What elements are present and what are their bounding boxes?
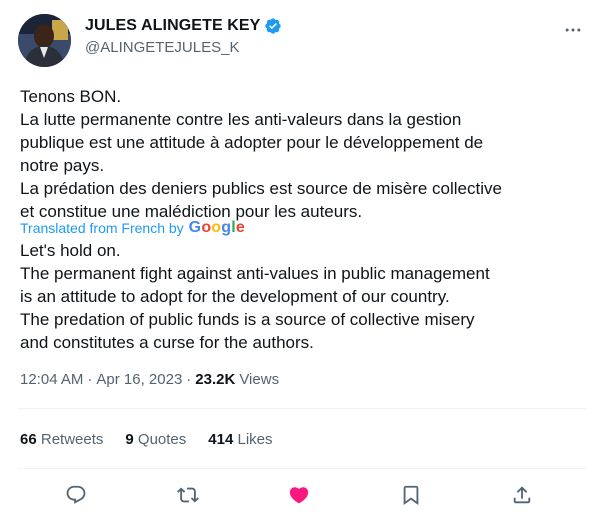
tweet-header: JULES ALINGETE KEY @ALINGETEJULES_K	[18, 14, 584, 70]
divider	[18, 468, 586, 469]
quotes-stat[interactable]: 9 Quotes	[125, 431, 186, 448]
tweet-card: JULES ALINGETE KEY @ALINGETEJULES_K Teno…	[0, 0, 598, 522]
bookmark-icon	[403, 485, 418, 506]
avatar-image	[18, 14, 71, 67]
tweet-actions-bar	[20, 482, 578, 512]
translation-line: is an attitude to adopt for the developm…	[20, 287, 450, 306]
translated-from-label: Translated from French by	[20, 220, 184, 236]
retweets-count: 66	[20, 431, 37, 448]
translation-line: The predation of public funds is a sourc…	[20, 310, 475, 329]
tweet-date[interactable]: Apr 16, 2023	[96, 371, 182, 388]
author-names: JULES ALINGETE KEY @ALINGETEJULES_K	[85, 17, 282, 56]
tweet-translation-text: Let's hold on. The permanent fight again…	[20, 239, 585, 354]
views-label: Views	[239, 371, 280, 388]
share-button[interactable]	[509, 482, 535, 508]
retweet-button[interactable]	[175, 482, 201, 508]
original-line: notre pays.	[20, 156, 105, 175]
tweet-time[interactable]: 12:04 AM	[20, 371, 83, 388]
translated-by-link[interactable]: Translated from French by Google	[20, 219, 245, 237]
retweets-label: Retweets	[40, 431, 104, 448]
reply-button[interactable]	[63, 482, 89, 508]
likes-count: 414	[208, 431, 234, 448]
tweet-meta: 12:04 AM · Apr 16, 2023 · 23.2K Views	[20, 371, 279, 388]
divider	[18, 408, 586, 409]
quotes-label: Quotes	[137, 431, 187, 448]
meta-separator: ·	[87, 371, 93, 388]
tweet-original-text: Tenons BON. La lutte permanente contre l…	[20, 85, 585, 223]
author-handle[interactable]: @ALINGETEJULES_K	[85, 39, 282, 56]
views-count: 23.2K	[195, 371, 236, 388]
quotes-count: 9	[125, 431, 134, 448]
original-line: publique est une attitude à adopter pour…	[20, 133, 484, 152]
display-name[interactable]: JULES ALINGETE KEY	[85, 17, 260, 35]
retweet-icon	[176, 487, 199, 503]
google-logo: Google	[188, 219, 246, 236]
verified-badge-icon	[265, 18, 282, 34]
translation-line: and constitutes a curse for the authors.	[20, 333, 314, 352]
meta-separator: ·	[186, 371, 192, 388]
like-icon	[289, 487, 309, 504]
bookmark-button[interactable]	[398, 482, 424, 508]
like-button[interactable]	[286, 482, 312, 508]
likes-label: Likes	[237, 431, 273, 448]
translation-line: Let's hold on.	[20, 241, 121, 260]
likes-stat[interactable]: 414 Likes	[208, 431, 272, 448]
original-line: La prédation des deniers publics est sou…	[20, 179, 502, 198]
original-line: La lutte permanente contre les anti-vale…	[20, 110, 462, 129]
avatar[interactable]	[18, 14, 71, 67]
reply-icon	[66, 485, 86, 504]
more-options-icon[interactable]	[562, 20, 584, 38]
retweets-stat[interactable]: 66 Retweets	[20, 431, 103, 448]
engagement-stats: 66 Retweets 9 Quotes 414 Likes	[20, 431, 273, 448]
share-icon	[513, 486, 531, 504]
translation-line: The permanent fight against anti-values …	[20, 264, 490, 283]
original-line: Tenons BON.	[20, 87, 122, 106]
